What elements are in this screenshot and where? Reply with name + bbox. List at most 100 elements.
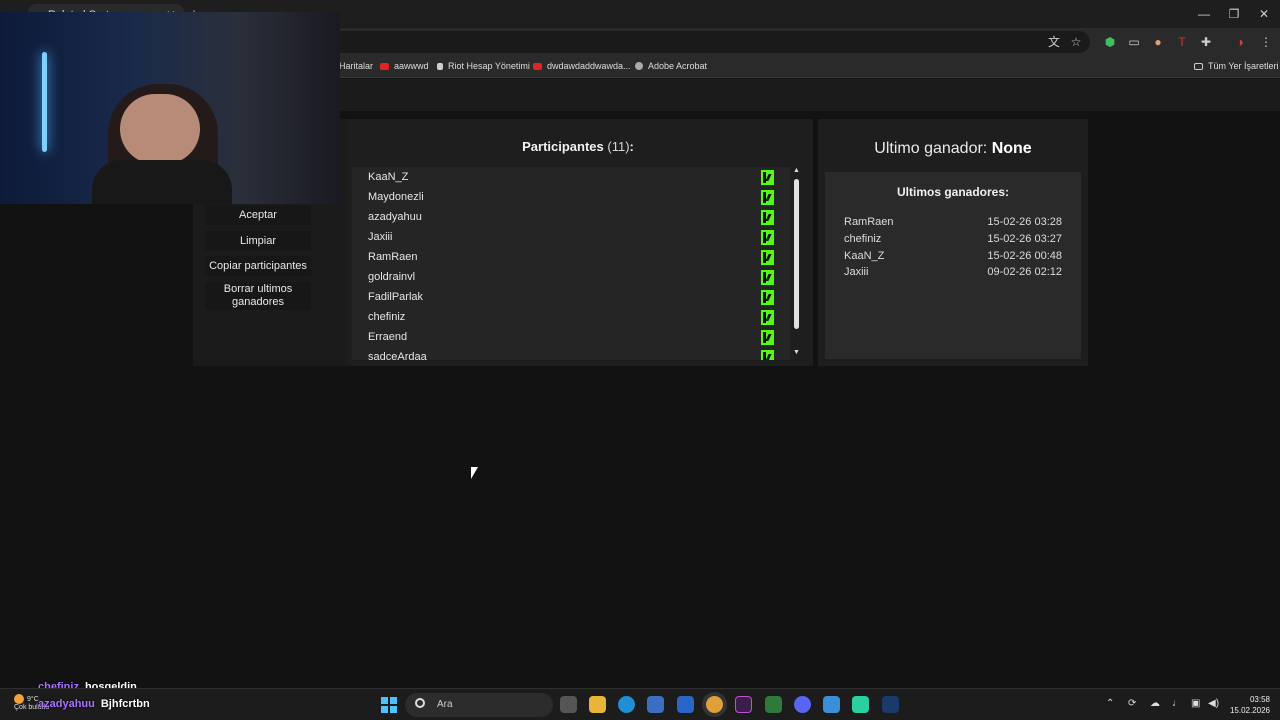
screen: Ruleta | Sorteos ✕ + — ❐ ✕ 文 ☆ ⬢ ▭ ● T ✚… [0,0,1280,720]
clear-button[interactable]: Limpiar [205,231,311,251]
kick-icon [761,190,774,205]
store-icon[interactable] [647,696,664,713]
list-item: Erraend [352,328,790,348]
bookmark-item[interactable]: dwdawdaddwawda... [533,61,631,71]
kick-icon [761,330,774,345]
scroll-up-icon[interactable]: ▲ [793,167,800,174]
list-item: sadceArdaa [352,348,790,360]
participant-name: chefiniz [368,311,406,323]
kick-icon [761,310,774,325]
excel-icon[interactable] [765,696,782,713]
list-item: RamRaen [352,248,790,268]
file-explorer-icon[interactable] [589,696,606,713]
start-button[interactable] [381,697,397,713]
participants-title: Participantes (11): [522,139,634,154]
shield-extension-icon[interactable]: ⬢ [1102,34,1118,50]
cloud-icon[interactable]: ☁ [1150,698,1160,709]
volume-icon[interactable]: ◀) [1208,698,1219,709]
participants-list[interactable]: KaaN_Z Maydonezli azadyahuu Jaxiii RamRa… [352,167,790,360]
puzzle-icon[interactable]: ✚ [1198,34,1214,50]
participant-name: sadceArdaa [368,351,427,360]
winner-row: RamRaen 15-02-26 03:28 [844,216,1062,228]
participants-count: (11) [607,139,630,154]
participant-name: KaaN_Z [368,171,409,183]
avatar-extension-icon[interactable]: ● [1150,34,1166,50]
delete-last-winners-button[interactable]: Borrar ultimos ganadores [205,282,311,310]
mail-icon[interactable] [677,696,694,713]
chrome-icon[interactable] [706,696,723,713]
search-icon [415,698,425,708]
bookmark-item[interactable]: Riot Hesap Yönetimi [437,61,530,71]
accept-button[interactable]: Aceptar [205,205,311,225]
winner-row: KaaN_Z 15-02-26 00:48 [844,250,1062,262]
bookmark-item[interactable]: Haritalar [339,61,373,71]
kick-icon [761,350,774,360]
participant-name: Erraend [368,331,408,343]
discord-icon[interactable] [794,696,811,713]
visual-studio-icon[interactable] [735,696,752,713]
winner-row: chefiniz 15-02-26 03:27 [844,233,1062,245]
youtube-icon [380,63,389,70]
address-bar[interactable] [300,31,1090,53]
list-item: azadyahuu [352,208,790,228]
bookmark-item[interactable]: Adobe Acrobat [635,61,707,71]
minimize-icon[interactable]: — [1194,6,1214,22]
kick-icon [761,250,774,265]
participant-name: Maydonezli [368,191,424,203]
taskbar: 9°C Çok bulutlu Ara ⌃ ⟳ ☁ ♩ ▣ ◀) 03:58 15.… [0,688,1280,720]
extension-icon[interactable]: ▭ [1126,34,1142,50]
network-icon[interactable]: ▣ [1191,698,1200,709]
microphone-icon[interactable]: ♩ [1172,698,1182,709]
edge-icon[interactable] [618,696,635,713]
bookmark-item[interactable]: aawwwd [380,61,429,71]
translate-icon[interactable]: 文 [1046,34,1062,50]
all-bookmarks[interactable]: Tüm Yer İşaretleri [1194,61,1279,71]
list-item: Jaxiii [352,228,790,248]
profile-icon[interactable]: ◑ [1232,34,1248,50]
copy-participants-button[interactable]: Copiar participantes [205,256,311,276]
tp-extension-icon[interactable]: T [1174,34,1190,50]
participants-scrollbar[interactable]: ▲ ▼ [791,167,801,360]
menu-icon[interactable]: ⋮ [1258,34,1274,50]
sync-icon[interactable]: ⟳ [1128,698,1136,709]
last-winner-value: None [991,140,1032,157]
restore-icon[interactable]: ❐ [1224,6,1244,22]
clock[interactable]: 03:58 15.02.2026 [1226,694,1270,716]
kick-icon [761,290,774,305]
steam-icon[interactable] [882,696,899,713]
participant-name: azadyahuu [368,211,422,223]
webcam-overlay [0,12,340,204]
scroll-thumb[interactable] [794,179,799,329]
list-item: chefiniz [352,308,790,328]
kick-icon [761,170,774,185]
riot-icon [437,63,443,70]
chat-username: azadyahuu [38,698,95,710]
kick-icon [761,210,774,225]
list-item: Maydonezli [352,188,790,208]
chat-message: azadyahuu Bjhfcrtbn [38,698,150,710]
winners-history-title: Ultimos ganadores: [896,185,1010,199]
list-item: goldrainvl [352,268,790,288]
participant-name: goldrainvl [368,271,416,283]
mouse-cursor-icon [471,467,478,479]
participants-panel: Participantes (11): KaaN_Z Maydonezli az… [348,119,813,366]
star-icon[interactable]: ☆ [1068,34,1084,50]
scroll-down-icon[interactable]: ▼ [793,349,800,356]
streamer-face [120,94,200,164]
last-winner-heading: Ultimo ganador: None [874,140,1032,157]
winner-panel: Ultimo ganador: None Ultimos ganadores: … [818,119,1088,366]
globe-icon [635,62,643,70]
list-item: FadilParlak [352,288,790,308]
tray-chevron-icon[interactable]: ⌃ [1106,698,1114,709]
search-box[interactable]: Ara [405,693,553,717]
app-icon[interactable] [823,696,840,713]
participant-name: Jaxiii [368,231,393,243]
winner-row: Jaxiii 09-02-26 02:12 [844,266,1062,278]
streamer-shirt [92,160,232,204]
chat-text: Bjhfcrtbn [100,698,150,710]
youtube-icon [533,63,542,70]
task-view-icon[interactable] [560,696,577,713]
close-window-icon[interactable]: ✕ [1254,6,1274,22]
app-icon[interactable] [852,696,869,713]
weather-icon [14,694,24,704]
